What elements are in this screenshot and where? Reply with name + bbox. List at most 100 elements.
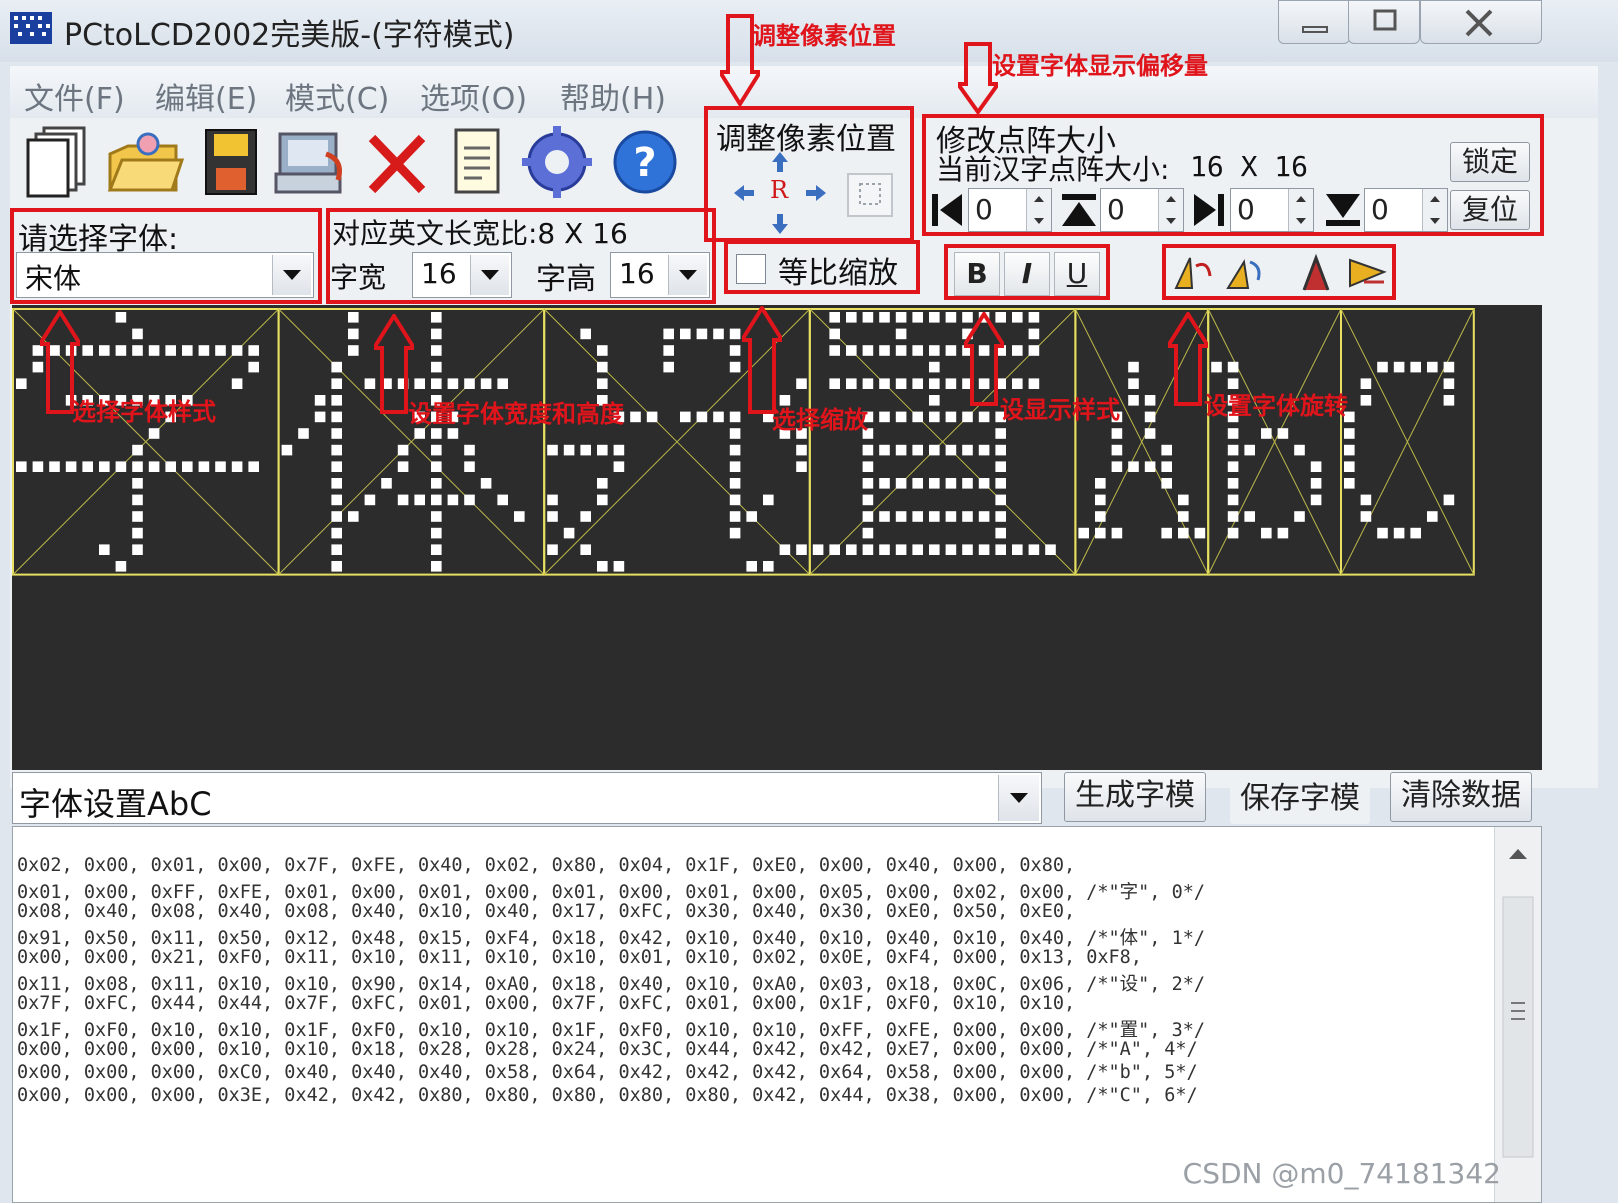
vertical-scrollbar[interactable] xyxy=(1494,827,1541,1202)
offset-top-spin[interactable]: 0 xyxy=(1100,188,1184,232)
matrix-pixel xyxy=(1178,494,1189,506)
rotate-right-icon[interactable] xyxy=(1220,252,1266,294)
delete-icon[interactable] xyxy=(362,124,432,200)
chevron-down-icon[interactable] xyxy=(272,255,311,295)
matrix-pixel xyxy=(1360,511,1372,522)
maximize-button[interactable] xyxy=(1348,0,1420,44)
matrix-pixel xyxy=(148,428,160,439)
menu-file[interactable]: 文件(F) xyxy=(24,74,125,118)
matrix-pixel xyxy=(580,328,591,340)
open-folder-icon[interactable] xyxy=(104,124,184,200)
matrix-pixel xyxy=(248,345,259,356)
pixel-center-icon[interactable] xyxy=(844,170,896,220)
matrix-pixel xyxy=(597,494,608,506)
save-font-button[interactable]: 保存字模 xyxy=(1230,774,1370,824)
matrix-pixel xyxy=(1393,361,1405,373)
reset-button[interactable]: 复位 xyxy=(1450,190,1530,230)
matrix-pixel xyxy=(796,378,807,389)
matrix-pixel xyxy=(1211,361,1222,373)
spin-arrows-icon[interactable] xyxy=(1026,189,1051,231)
current-matrix-value: 16 X 16 xyxy=(1190,150,1309,183)
output-textarea[interactable]: 0x02, 0x00, 0x01, 0x00, 0x7F, 0xFE, 0x40… xyxy=(12,826,1542,1203)
char-width-combo[interactable]: 16 xyxy=(412,252,512,298)
matrix-pixel xyxy=(962,411,973,423)
matrix-pixel xyxy=(1161,478,1172,489)
matrix-pixel xyxy=(364,494,376,506)
matrix-pixel xyxy=(862,494,874,506)
offset-right-spin[interactable]: 0 xyxy=(1230,188,1314,232)
matrix-pixel xyxy=(331,444,342,456)
underline-button[interactable]: U xyxy=(1054,252,1100,296)
matrix-pixel xyxy=(713,328,724,340)
matrix-pixel xyxy=(879,345,890,356)
matrix-pixel xyxy=(1410,361,1421,373)
matrix-pixel xyxy=(1393,527,1405,539)
matrix-pixel xyxy=(397,444,409,456)
matrix-pixel xyxy=(431,378,442,389)
matrix-pixel xyxy=(879,478,890,489)
matrix-pixel xyxy=(248,361,259,373)
font-combo[interactable]: 宋体 xyxy=(16,252,314,298)
italic-button[interactable]: I xyxy=(1004,252,1050,296)
annotation-font-style: 选择字体样式 xyxy=(72,398,216,426)
menu-mode[interactable]: 模式(C) xyxy=(285,74,389,118)
pixel-reset-button[interactable]: R xyxy=(770,176,788,204)
clear-button[interactable]: 清除数据 xyxy=(1390,772,1532,822)
matrix-pixel xyxy=(1144,395,1156,406)
output-line: 0x00, 0x00, 0x00, 0xC0, 0x40, 0x40, 0x40… xyxy=(17,1062,1198,1083)
menu-help[interactable]: 帮助(H) xyxy=(560,74,666,118)
spin-arrows-icon[interactable] xyxy=(1158,189,1183,231)
matrix-pixel xyxy=(912,345,923,356)
import-icon[interactable] xyxy=(272,124,352,200)
minimize-button[interactable] xyxy=(1278,0,1350,44)
matrix-pixel xyxy=(613,561,625,572)
matrix-pixel xyxy=(182,461,193,472)
scale-checkbox[interactable] xyxy=(736,254,766,284)
matrix-pixel xyxy=(431,494,442,506)
notepad-icon[interactable] xyxy=(442,124,512,200)
app-window: PCtoLCD2002完美版-(字符模式) 文件(F) 编辑(E) 模式(C) … xyxy=(0,0,1618,1203)
help-icon[interactable]: ? xyxy=(610,124,680,200)
matrix-pixel xyxy=(1227,428,1239,439)
spin-arrows-icon[interactable] xyxy=(1422,189,1447,231)
bold-button[interactable]: B xyxy=(954,252,1000,296)
matrix-pixel xyxy=(729,511,741,522)
matrix-pixel xyxy=(132,511,143,522)
matrix-pixel xyxy=(597,361,608,373)
matrix-pixel xyxy=(1111,444,1123,456)
char-height-combo[interactable]: 16 xyxy=(610,252,710,298)
matrix-pixel xyxy=(1144,428,1156,439)
chevron-down-icon[interactable] xyxy=(470,255,509,295)
matrix-pixel xyxy=(331,361,342,373)
rotate-left-icon[interactable] xyxy=(1170,252,1216,294)
source-text-input[interactable]: 字体设置AbC xyxy=(12,772,1042,824)
matrix-pixel xyxy=(1344,478,1355,489)
settings-gear-icon[interactable] xyxy=(522,124,592,200)
matrix-pixel xyxy=(729,444,741,456)
matrix-pixel xyxy=(613,461,625,472)
spin-arrows-icon[interactable] xyxy=(1288,189,1313,231)
offset-bottom-spin[interactable]: 0 xyxy=(1364,188,1448,232)
save-disk-icon[interactable] xyxy=(196,124,266,200)
matrix-pixel xyxy=(1028,378,1040,389)
char-height-label: 字高 xyxy=(536,262,596,297)
annotation-scale: 选择缩放 xyxy=(772,406,868,434)
matrix-pixel xyxy=(829,544,840,555)
flip-vertical-icon[interactable] xyxy=(1294,252,1340,294)
annotation-offset: 设置字体显示偏移量 xyxy=(992,52,1208,80)
matrix-pixel xyxy=(763,561,774,572)
generate-button[interactable]: 生成字模 xyxy=(1064,772,1206,822)
close-button[interactable] xyxy=(1420,0,1542,44)
menu-options[interactable]: 选项(O) xyxy=(420,74,527,118)
matrix-pixel xyxy=(746,561,757,572)
matrix-pixel xyxy=(912,312,923,323)
new-file-icon[interactable] xyxy=(22,124,92,200)
chevron-down-icon[interactable] xyxy=(668,255,707,295)
chevron-down-icon[interactable] xyxy=(998,775,1039,821)
lock-button[interactable]: 锁定 xyxy=(1450,142,1530,182)
matrix-pixel xyxy=(879,511,890,522)
flip-horizontal-icon[interactable] xyxy=(1344,252,1390,294)
matrix-pixel xyxy=(846,378,857,389)
menu-edit[interactable]: 编辑(E) xyxy=(155,74,257,118)
offset-left-spin[interactable]: 0 xyxy=(968,188,1052,232)
